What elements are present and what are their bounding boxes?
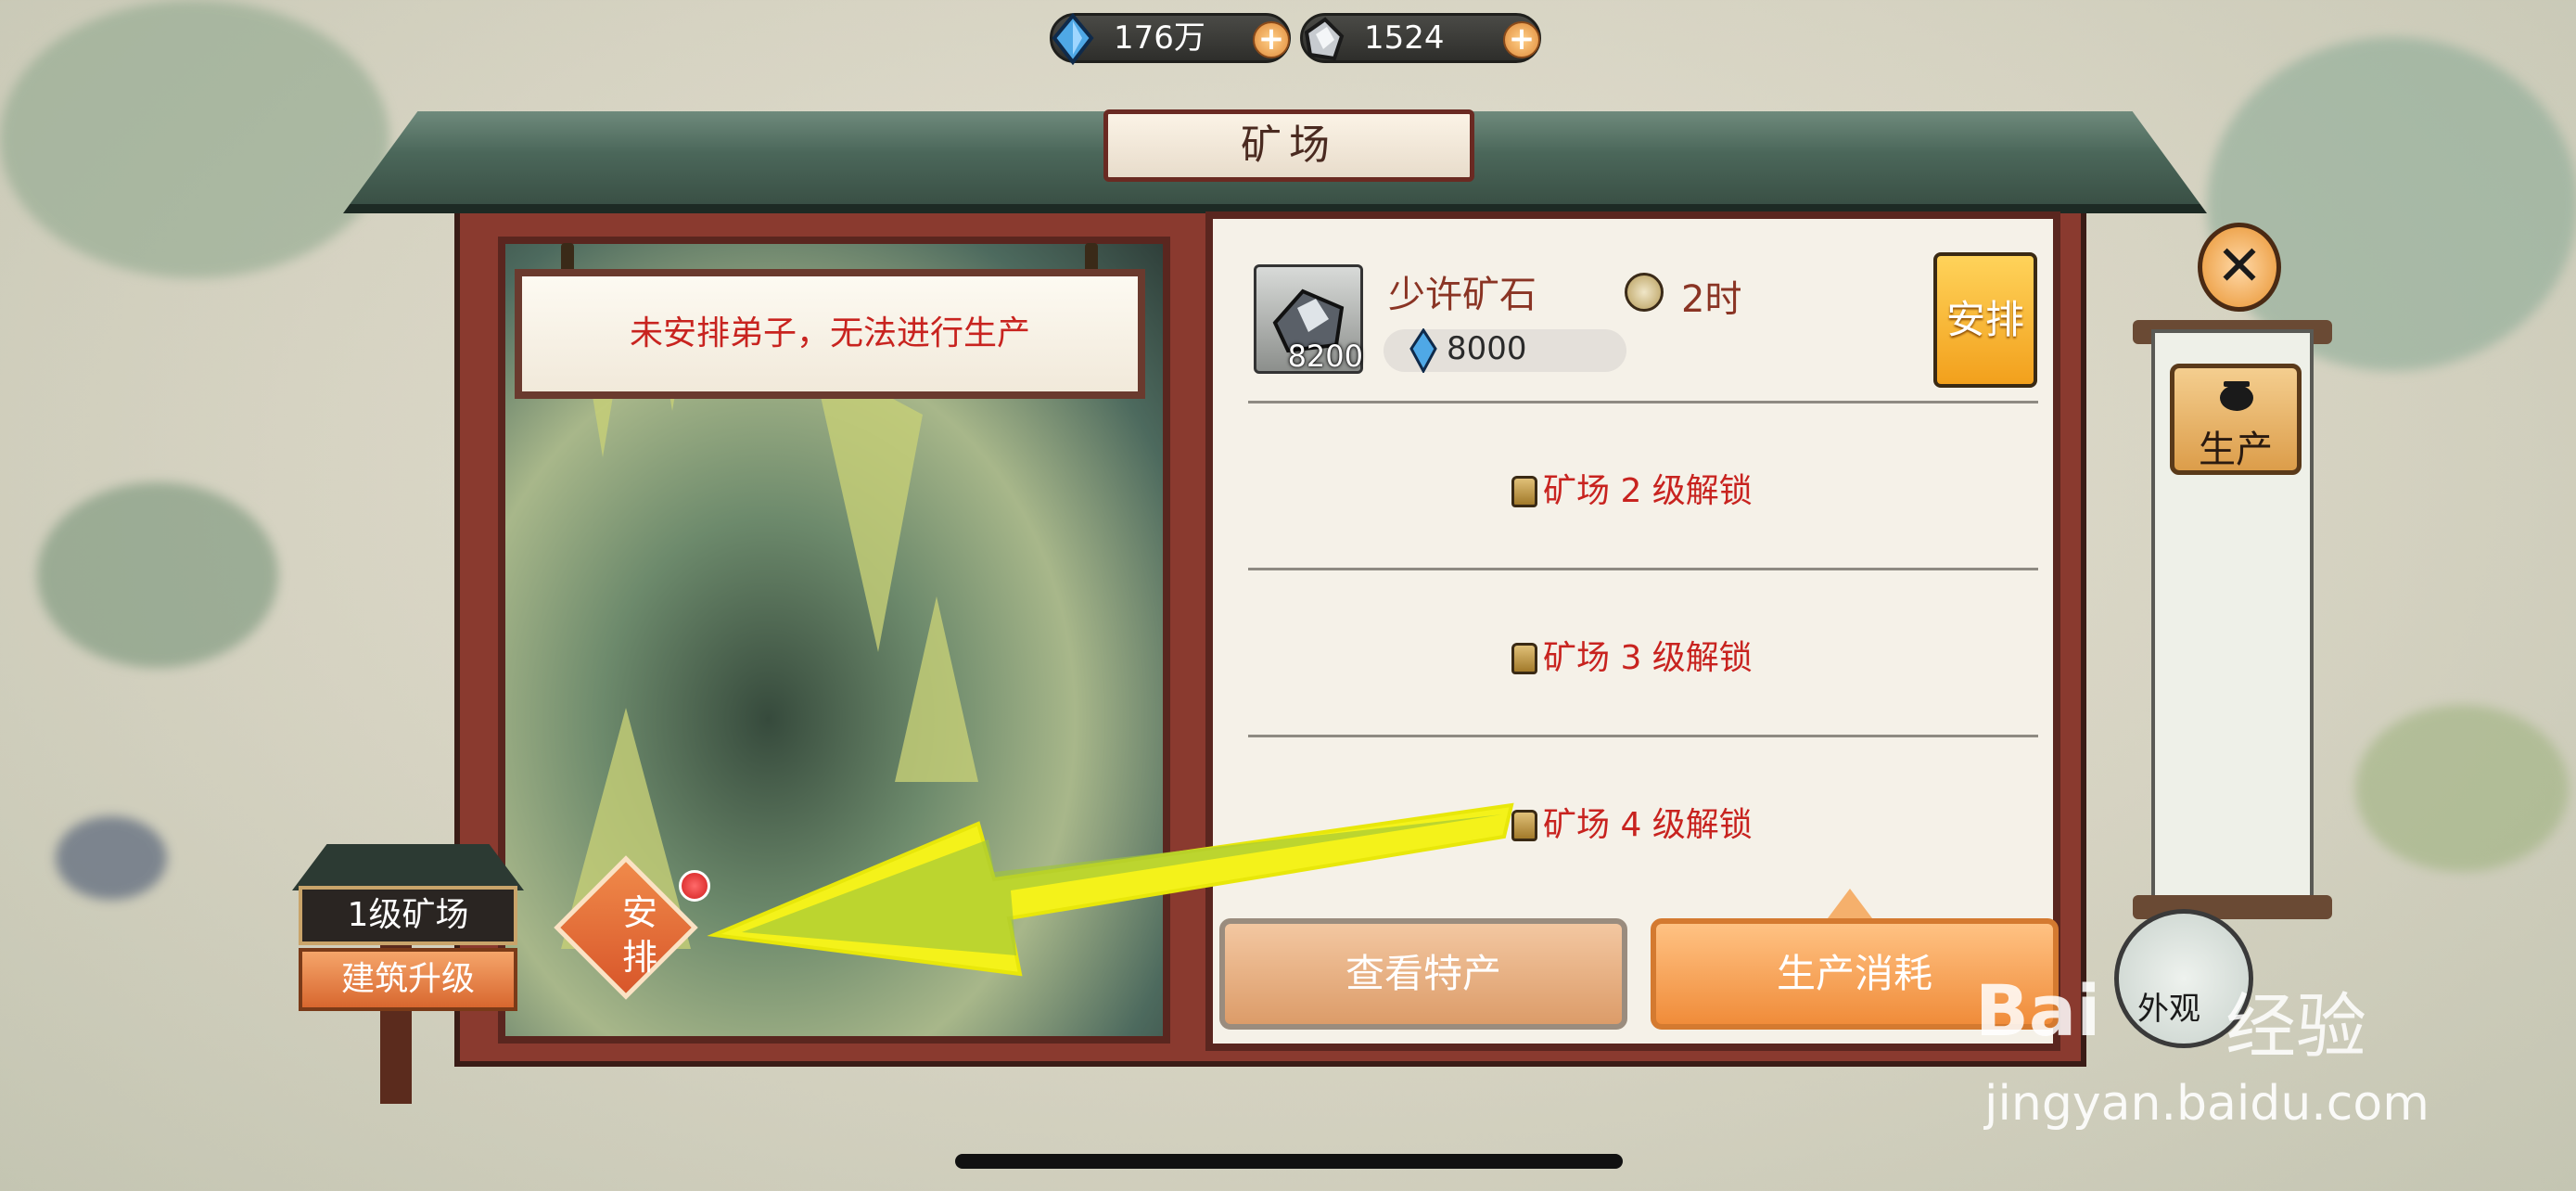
annotation-arrow xyxy=(707,802,1514,977)
watermark-text: 经验 xyxy=(2225,985,2366,1068)
watermark-logo: Bai xyxy=(1975,969,2101,1052)
home-indicator[interactable] xyxy=(955,1154,1623,1169)
watermark-url: jingyan.baidu.com xyxy=(1984,1076,2429,1132)
